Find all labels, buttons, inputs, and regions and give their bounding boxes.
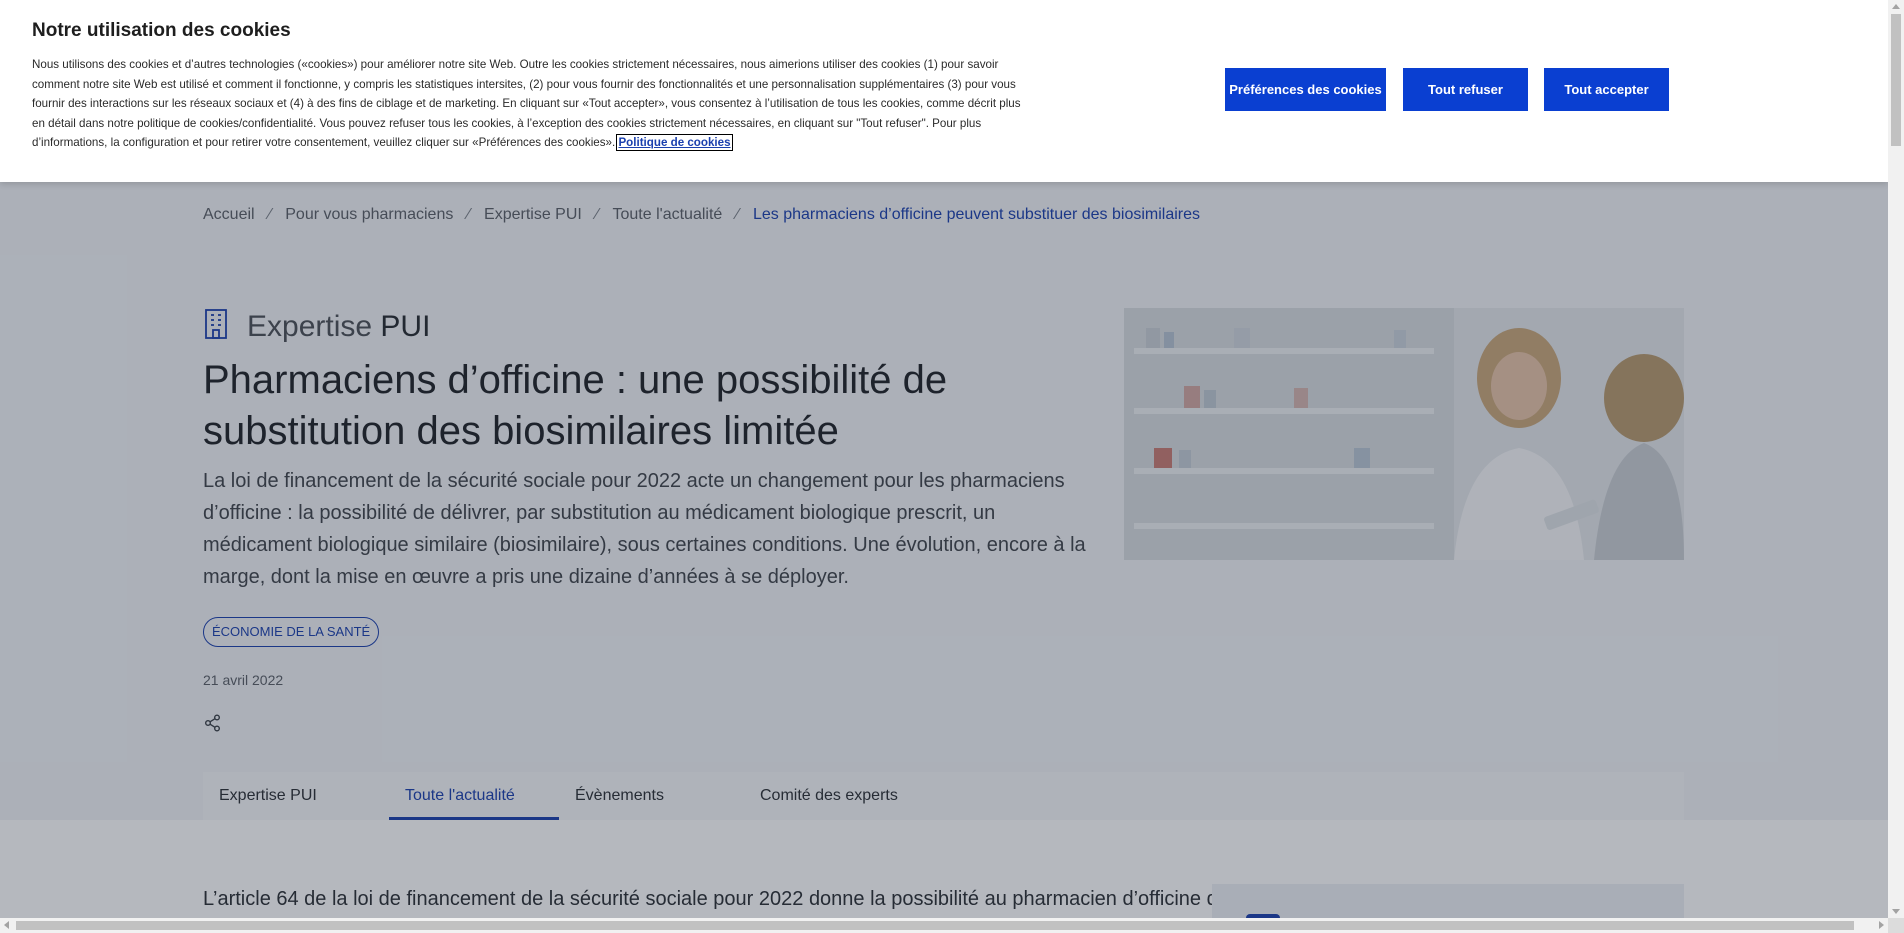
cookie-policy-link[interactable]: Politique de cookies	[616, 134, 733, 152]
refuse-all-button[interactable]: Tout refuser	[1403, 68, 1528, 111]
scroll-up-icon[interactable]	[1892, 4, 1900, 9]
cookie-description: Nous utilisons des cookies et d’autres t…	[32, 58, 1021, 150]
scrollbar-corner	[1888, 918, 1904, 933]
scroll-down-icon[interactable]	[1892, 909, 1900, 914]
scroll-left-icon[interactable]	[4, 921, 9, 929]
accept-all-button[interactable]: Tout accepter	[1544, 68, 1669, 111]
horizontal-scrollbar[interactable]	[0, 918, 1888, 933]
cookie-banner: Notre utilisation des cookies Nous utili…	[0, 0, 1888, 182]
horizontal-scroll-thumb[interactable]	[16, 921, 1854, 930]
cookie-banner-title: Notre utilisation des cookies	[32, 20, 291, 41]
cookie-banner-text: Nous utilisons des cookies et d’autres t…	[32, 55, 1027, 153]
cookie-preferences-button[interactable]: Préférences des cookies	[1225, 68, 1386, 111]
vertical-scroll-thumb[interactable]	[1891, 14, 1901, 146]
vertical-scrollbar[interactable]	[1888, 0, 1904, 918]
scroll-right-icon[interactable]	[1879, 921, 1884, 929]
